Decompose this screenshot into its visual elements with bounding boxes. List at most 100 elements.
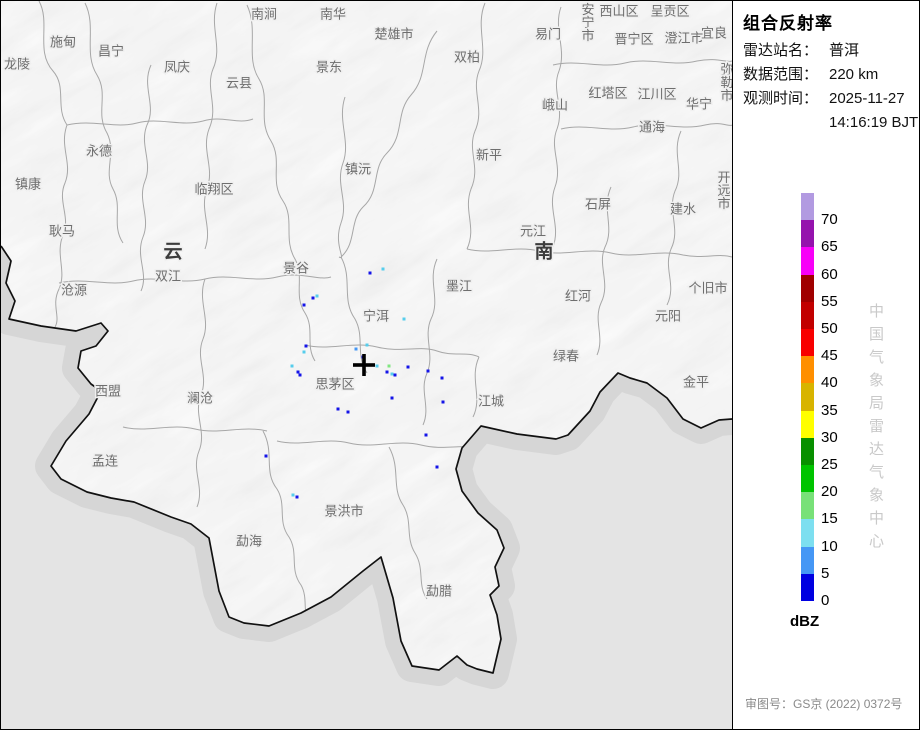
cross-arm [362,354,366,376]
product-title: 组合反射率 [743,9,833,34]
map-label: 孟连 [92,454,118,469]
radar-echo [441,377,444,380]
map-label: 安宁市 [581,2,594,43]
map-label: 元江 [520,224,546,239]
map-label: 石屏 [585,197,611,212]
radar-echo [303,304,306,307]
radar-viewer-window: 施甸龙陵昌宁凤庆云县南涧南华楚雄市双柏景东易门西山区呈贡区安宁市晋宁区澄江市宜良… [0,0,920,730]
radar-echo [355,348,358,351]
map-label: 宜良 [701,26,727,41]
map-label: 南涧 [251,7,277,22]
map-label: 峨山 [542,98,568,113]
legend-tick-label: 20 [821,483,838,501]
map-label: 耿马 [49,224,75,239]
radar-echo [299,374,302,377]
legend-color-segment [801,302,814,329]
legend-tick-label: 10 [821,538,838,556]
map-label: 建水 [670,202,696,217]
map-label: 澜沧 [187,391,213,406]
map-label: 龙陵 [4,57,30,72]
radar-map[interactable]: 施甸龙陵昌宁凤庆云县南涧南华楚雄市双柏景东易门西山区呈贡区安宁市晋宁区澄江市宜良… [1,1,733,729]
map-label: 镇沅 [345,162,371,177]
map-canvas: 施甸龙陵昌宁凤庆云县南涧南华楚雄市双柏景东易门西山区呈贡区安宁市晋宁区澄江市宜良… [1,1,732,729]
map-label: 宁洱 [363,309,389,324]
map-label: 江川区 [637,87,676,102]
legend-color-segment [801,329,814,356]
map-label: 晋宁区 [614,32,653,47]
radar-echo [382,268,385,271]
province-label: 南 [534,241,553,263]
legend-color-segment [801,411,814,438]
map-label: 金平 [683,375,709,390]
map-label: 红河 [565,289,591,304]
radar-echo [316,295,319,298]
radar-echo [369,272,372,275]
legend-color-segment [801,383,814,410]
info-row-label: 观测时间： [743,87,829,135]
legend-tick-label: 40 [821,374,838,392]
legend-color-segment [801,547,814,574]
info-row-value: 2025-11-2714:16:19 BJT [829,87,918,135]
map-label: 景谷 [283,261,309,276]
radar-echo [427,370,430,373]
legend-tick-label: 30 [821,429,838,447]
radar-echo [386,371,389,374]
map-label: 双江 [155,269,181,284]
map-label: 昌宁 [98,44,124,59]
radar-echo [376,365,379,368]
info-row: 雷达站名：普洱 [743,39,918,63]
map-label: 红塔区 [588,86,627,101]
map-label: 景洪市 [324,504,363,519]
map-label: 华宁 [686,97,712,112]
legend-color-segment [801,247,814,274]
legend-tick-label: 50 [821,320,838,338]
map-label: 镇康 [15,177,41,192]
map-label: 通海 [639,120,665,135]
map-label: 永德 [86,144,112,159]
info-panel: 组合反射率 雷达站名：普洱数据范围：220 km观测时间：2025-11-271… [733,1,919,729]
radar-echo [388,365,391,368]
map-label: 西盟 [95,384,121,399]
map-label: 云县 [226,76,252,91]
legend-color-segment [801,465,814,492]
radar-echo [297,371,300,374]
legend-color-segment [801,492,814,519]
radar-echo [394,374,397,377]
radar-echo [292,494,295,497]
radar-echo [303,351,306,354]
legend-color-segment [801,438,814,465]
map-label: 临翔区 [194,182,233,197]
legend-tick-label: 25 [821,456,838,474]
radar-echo [436,466,439,469]
radar-echo [391,397,394,400]
station-info: 雷达站名：普洱数据范围：220 km观测时间：2025-11-2714:16:1… [743,39,918,135]
legend-color-segment [801,220,814,247]
info-row-label: 数据范围： [743,63,829,87]
map-label: 施甸 [50,35,76,50]
map-label: 西山区 [599,4,638,19]
legend-color-segment [801,193,814,220]
radar-echo [425,434,428,437]
radar-echo [296,496,299,499]
map-label: 新平 [476,148,502,163]
legend-color-segment [801,275,814,302]
map-label: 澄江市 [664,31,703,46]
radar-echo [305,345,308,348]
legend-tick-label: 5 [821,565,829,583]
radar-echo [403,318,406,321]
legend-tick-label: 35 [821,402,838,420]
legend-color-segment [801,356,814,383]
legend-color-segment [801,519,814,546]
info-row: 观测时间：2025-11-2714:16:19 BJT [743,87,918,135]
map-label: 景东 [316,60,342,75]
info-row-value: 220 km [829,63,878,87]
radar-echo [391,373,394,376]
radar-echo [366,344,369,347]
legend-tick-label: 0 [821,592,829,610]
map-label: 沧源 [61,283,87,298]
map-label: 思茅区 [315,377,354,392]
map-label: 江城 [478,394,504,409]
legend-tick-label: 45 [821,347,838,365]
map-label: 呈贡区 [650,4,689,19]
info-row-label: 雷达站名： [743,39,829,63]
